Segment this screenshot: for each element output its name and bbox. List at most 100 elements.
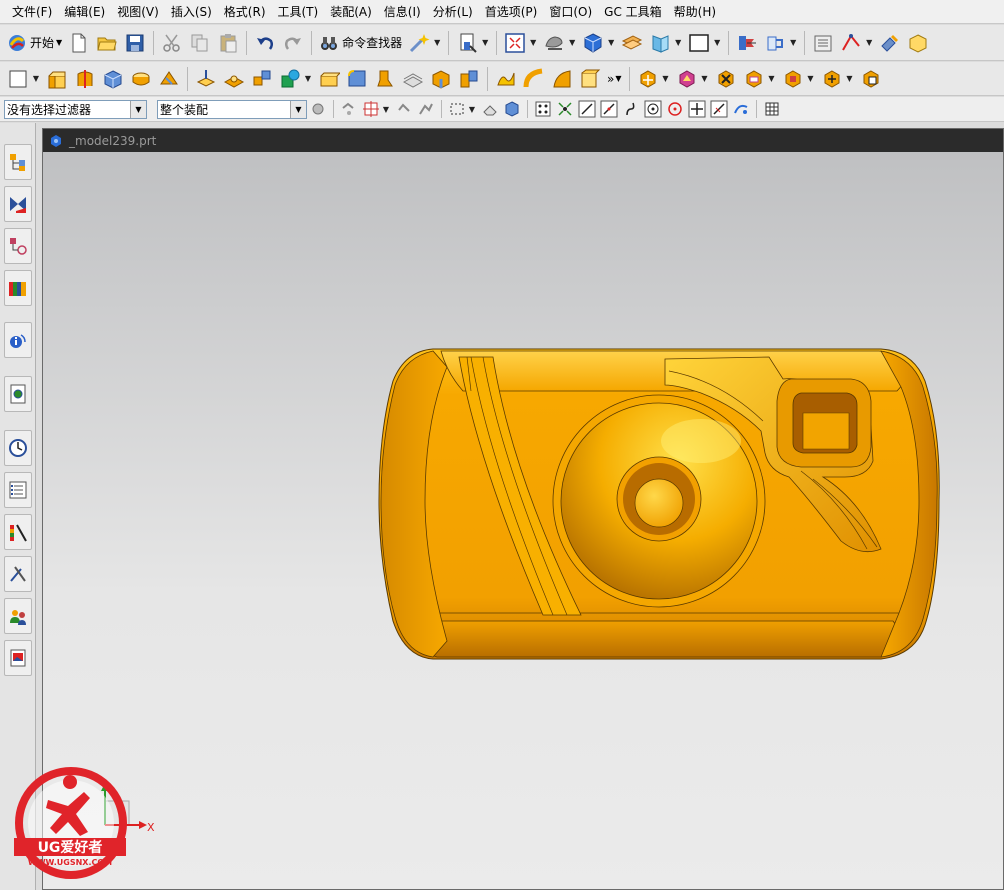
snap-tangent-button[interactable] xyxy=(709,99,729,119)
extrude-button[interactable] xyxy=(44,66,70,92)
layer-settings-button[interactable] xyxy=(619,30,645,56)
sketch-button[interactable] xyxy=(5,66,31,92)
menu-insert[interactable]: 插入(S) xyxy=(165,2,218,22)
trim-body-button[interactable] xyxy=(456,66,482,92)
snap-center-button[interactable] xyxy=(643,99,663,119)
orient-view-button[interactable] xyxy=(580,30,606,56)
menu-information[interactable]: 信息(I) xyxy=(378,2,427,22)
select-component-button[interactable] xyxy=(394,99,414,119)
fit-view-button[interactable] xyxy=(502,30,528,56)
dropdown-arrow[interactable]: ▼ xyxy=(662,72,670,86)
snap-curve-button[interactable] xyxy=(621,99,641,119)
select-body-button[interactable] xyxy=(416,99,436,119)
datum-plane-button[interactable] xyxy=(193,66,219,92)
select-solid-button[interactable] xyxy=(502,99,522,119)
snap-enable-button[interactable] xyxy=(533,99,553,119)
snap-midpoint-button[interactable] xyxy=(599,99,619,119)
toolbar-overflow[interactable]: » ▼ xyxy=(604,66,625,92)
menu-window[interactable]: 窗口(O) xyxy=(543,2,598,22)
thicken-button[interactable] xyxy=(400,66,426,92)
sync-modeling-button[interactable] xyxy=(674,66,700,92)
system-materials-tab[interactable] xyxy=(4,472,32,508)
snap-point-on-curve-button[interactable] xyxy=(687,99,707,119)
render-style-button[interactable] xyxy=(541,30,567,56)
graphics-viewport[interactable]: X xyxy=(43,152,1003,889)
through-curve-mesh-button[interactable] xyxy=(549,66,575,92)
new-file-button[interactable] xyxy=(66,30,92,56)
menu-help[interactable]: 帮助(H) xyxy=(668,2,722,22)
dropdown-arrow[interactable]: ▼ xyxy=(607,36,615,50)
filter-settings-button[interactable] xyxy=(308,99,328,119)
command-finder-button[interactable]: 命令查找器 xyxy=(316,30,405,56)
boss-button[interactable] xyxy=(221,66,247,92)
roles-tab[interactable] xyxy=(4,598,32,634)
through-curves-button[interactable] xyxy=(521,66,547,92)
assembly-navigator-button[interactable] xyxy=(734,30,760,56)
offset-face-button[interactable] xyxy=(428,66,454,92)
dropdown-arrow[interactable]: ▼ xyxy=(468,102,476,116)
move-object-button[interactable] xyxy=(635,66,661,92)
chevron-down-icon[interactable]: ▼ xyxy=(290,100,306,118)
snap-quadrant-button[interactable] xyxy=(665,99,685,119)
edge-blend-button[interactable] xyxy=(344,66,370,92)
snap-endpoint-button[interactable] xyxy=(555,99,575,119)
dropdown-arrow[interactable]: ▼ xyxy=(807,72,815,86)
save-button[interactable] xyxy=(122,30,148,56)
dropdown-arrow[interactable]: ▼ xyxy=(568,36,576,50)
open-file-button[interactable] xyxy=(94,30,120,56)
wcs-button[interactable] xyxy=(647,30,673,56)
measure-button[interactable] xyxy=(838,30,864,56)
select-feature-button[interactable] xyxy=(339,99,359,119)
shell-button[interactable] xyxy=(316,66,342,92)
resize-face-button[interactable] xyxy=(780,66,806,92)
linked-face-button[interactable] xyxy=(858,66,884,92)
chevron-down-icon[interactable]: ▼ xyxy=(130,100,146,118)
magic-wand-button[interactable] xyxy=(406,30,432,56)
information-button[interactable] xyxy=(454,30,480,56)
menu-view[interactable]: 视图(V) xyxy=(111,2,165,22)
dropdown-arrow[interactable]: ▼ xyxy=(865,36,873,50)
snap-line-button[interactable] xyxy=(577,99,597,119)
menu-format[interactable]: 格式(R) xyxy=(218,2,272,22)
snap-face-button[interactable] xyxy=(731,99,751,119)
more-tools-button[interactable] xyxy=(905,30,931,56)
dropdown-arrow[interactable]: ▼ xyxy=(701,72,709,86)
dropdown-arrow[interactable]: ▼ xyxy=(382,102,390,116)
part-navigator-button[interactable] xyxy=(810,30,836,56)
subtract-button[interactable] xyxy=(277,66,303,92)
reuse-library-tab[interactable] xyxy=(4,270,32,306)
assembly-navigator-tab[interactable] xyxy=(4,144,32,180)
web-browser-tab[interactable] xyxy=(4,376,32,412)
visualization-tab[interactable] xyxy=(4,514,32,550)
grid-toggle-button[interactable] xyxy=(762,99,782,119)
paste-button[interactable] xyxy=(215,30,241,56)
dropdown-arrow[interactable]: ▼ xyxy=(846,72,854,86)
block-button[interactable] xyxy=(100,66,126,92)
cut-button[interactable] xyxy=(159,30,185,56)
selection-scope-combo[interactable]: 整个装配 ▼ xyxy=(157,99,307,119)
pattern-face-button[interactable] xyxy=(819,66,845,92)
dropdown-arrow[interactable]: ▼ xyxy=(674,36,682,50)
dropdown-arrow[interactable]: ▼ xyxy=(481,36,489,50)
dropdown-arrow[interactable]: ▼ xyxy=(32,72,40,86)
dropdown-arrow[interactable]: ▼ xyxy=(789,36,797,50)
part-navigator-tab[interactable] xyxy=(4,228,32,264)
replace-face-button[interactable] xyxy=(741,66,767,92)
color-swatch-button[interactable] xyxy=(686,30,712,56)
cylinder-button[interactable] xyxy=(128,66,154,92)
add-component-button[interactable] xyxy=(762,30,788,56)
copy-button[interactable] xyxy=(187,30,213,56)
type-filter-combo[interactable]: 没有选择过滤器 ▼ xyxy=(4,99,147,119)
menu-preferences[interactable]: 首选项(P) xyxy=(479,2,544,22)
revolve-button[interactable] xyxy=(72,66,98,92)
menu-file[interactable]: 文件(F) xyxy=(6,2,58,22)
palettes-tab[interactable] xyxy=(4,640,32,676)
menu-edit[interactable]: 编辑(E) xyxy=(58,2,111,22)
process-studio-tab[interactable] xyxy=(4,556,32,592)
hd3d-tools-tab[interactable] xyxy=(4,322,32,358)
bounded-plane-button[interactable] xyxy=(577,66,603,92)
delete-face-button[interactable] xyxy=(713,66,739,92)
rectangle-select-button[interactable] xyxy=(447,99,467,119)
draft-button[interactable] xyxy=(372,66,398,92)
snap-point-button[interactable] xyxy=(877,30,903,56)
